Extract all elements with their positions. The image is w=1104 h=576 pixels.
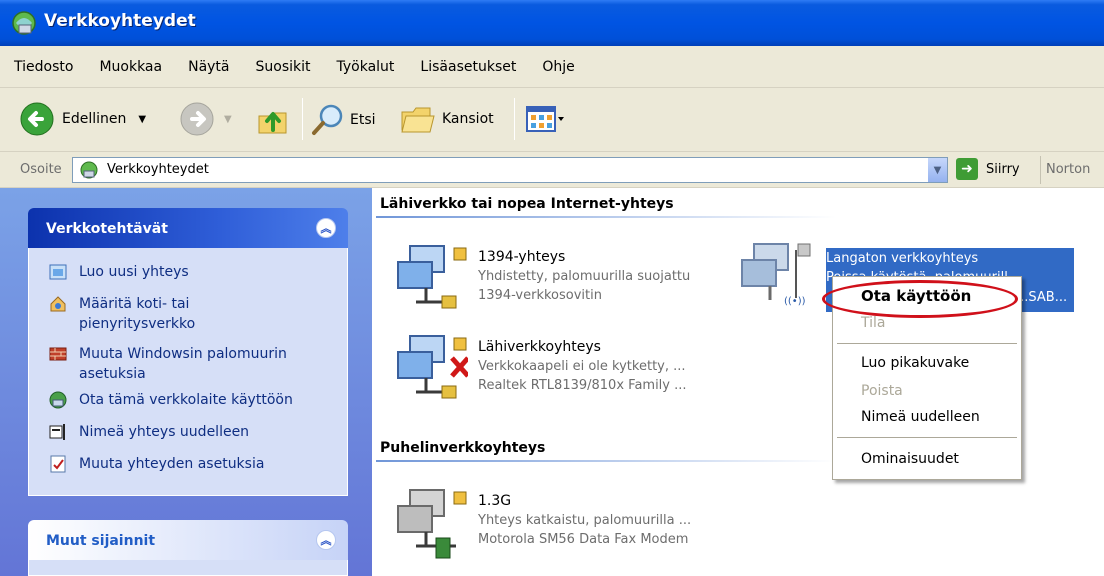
- address-value: Verkkoyhteydet: [107, 162, 209, 177]
- menu-separator: [837, 343, 1017, 344]
- task-label: Ota tämä verkkolaite käyttöön: [79, 392, 293, 408]
- forward-button[interactable]: ▼: [180, 102, 232, 136]
- other-places-title: Muut sijainnit: [46, 533, 156, 549]
- address-label: Osoite: [20, 162, 62, 177]
- forward-dropdown-icon: ▼: [224, 113, 232, 125]
- back-dropdown-icon[interactable]: ▼: [138, 114, 146, 125]
- task-firewall[interactable]: Muuta Windowsin palomuurin asetuksia: [49, 344, 299, 384]
- toolbar-separator: [302, 98, 303, 140]
- home-network-icon: [50, 296, 66, 312]
- task-pane: Verkkotehtävät ︽ Luo uusi yhteys Määritä…: [0, 188, 372, 576]
- group-divider: [376, 460, 836, 462]
- lan-connection-icon: [397, 245, 467, 309]
- firewall-icon: [49, 347, 67, 361]
- views-button[interactable]: [526, 106, 566, 132]
- group-title-dialup: Puhelinverkkoyhteys: [380, 440, 546, 456]
- task-connection-settings[interactable]: Muuta yhteyden asetuksia: [49, 454, 264, 474]
- address-bar: Osoite Verkkoyhteydet ▼ ➜ Siirry Norton: [0, 152, 1104, 188]
- task-enable-device[interactable]: Ota tämä verkkolaite käyttöön: [49, 390, 293, 410]
- wireless-disabled-icon: ((•)): [741, 243, 811, 307]
- menu-bar: Tiedosto Muokkaa Näytä Suosikit Työkalut…: [0, 46, 1104, 88]
- address-separator: [1040, 156, 1041, 184]
- task-label: Nimeä yhteys uudelleen: [79, 424, 250, 440]
- wireless-connection-device: ...SAB...: [1016, 290, 1068, 305]
- toolbar-separator: [514, 98, 515, 140]
- search-label: Etsi: [350, 112, 376, 128]
- collapse-chevron-icon[interactable]: ︽: [316, 218, 336, 238]
- lan-disconnected-icon: [397, 335, 468, 399]
- network-tasks-panel: Luo uusi yhteys Määritä koti- tai pienyr…: [28, 248, 348, 496]
- title-bar: Verkkoyhteydet: [0, 0, 1104, 46]
- wireless-connection-name[interactable]: Langaton verkkoyhteys: [826, 251, 978, 266]
- network-tasks-title: Verkkotehtävät: [46, 221, 168, 237]
- menu-item-rename[interactable]: Nimeä uudelleen: [861, 409, 980, 425]
- network-connections-icon: [80, 161, 98, 179]
- connection-name: 1.3G: [478, 493, 512, 509]
- views-icon: [526, 106, 564, 132]
- menu-edit[interactable]: Muokkaa: [99, 59, 162, 75]
- group-title-lan: Lähiverkko tai nopea Internet-yhteys: [380, 196, 674, 212]
- task-label: Luo uusi yhteys: [79, 264, 189, 280]
- go-arrow-icon: ➜: [956, 158, 978, 180]
- connection-name: 1394-yhteys: [478, 249, 566, 265]
- network-connections-icon: [12, 11, 36, 35]
- menu-help[interactable]: Ohje: [542, 59, 574, 75]
- menu-view[interactable]: Näytä: [188, 59, 229, 75]
- forward-arrow-icon: [180, 102, 214, 136]
- back-arrow-icon: [20, 102, 54, 136]
- go-button[interactable]: ➜ Siirry: [956, 158, 1020, 180]
- connection-status: Yhdistetty, palomuurilla suojattu: [478, 269, 691, 284]
- back-button[interactable]: Edellinen ▼: [20, 102, 146, 136]
- search-button[interactable]: Etsi: [310, 102, 376, 138]
- up-folder-icon[interactable]: [256, 104, 290, 136]
- folders-button[interactable]: Kansiot: [400, 102, 494, 136]
- task-rename-connection[interactable]: Nimeä yhteys uudelleen: [49, 422, 249, 442]
- task-label: Määritä koti- tai pienyritysverkko: [79, 296, 196, 332]
- rename-icon: [49, 424, 65, 440]
- task-label: Muuta Windowsin palomuurin asetuksia: [79, 346, 287, 382]
- highlight-ring: [822, 280, 1018, 318]
- connection-status: Yhteys katkaistu, palomuurilla ...: [478, 513, 692, 528]
- other-places-panel: [28, 560, 348, 576]
- task-home-network[interactable]: Määritä koti- tai pienyritysverkko: [49, 294, 299, 334]
- properties-icon: [50, 455, 66, 473]
- window-title: Verkkoyhteydet: [44, 11, 196, 31]
- svg-text:((•)): ((•)): [784, 296, 806, 307]
- menu-item-create-shortcut[interactable]: Luo pikakuvake: [861, 355, 969, 371]
- other-places-header[interactable]: Muut sijainnit ︽: [28, 520, 348, 560]
- connection-status: Verkkokaapeli ei ole kytketty, ...: [478, 359, 686, 374]
- menu-item-status: Tila: [861, 315, 886, 331]
- task-create-connection[interactable]: Luo uusi yhteys: [49, 262, 189, 282]
- folders-label: Kansiot: [442, 111, 494, 127]
- group-divider: [376, 216, 836, 218]
- norton-toolbar-label[interactable]: Norton: [1046, 162, 1090, 177]
- toolbar: Edellinen ▼ ▼ Etsi Kansiot: [0, 88, 1104, 152]
- connection-name: Lähiverkkoyhteys: [478, 339, 601, 355]
- connection-device: Realtek RTL8139/810x Family ...: [478, 378, 687, 393]
- connection-device: Motorola SM56 Data Fax Modem: [478, 532, 689, 547]
- network-tasks-header[interactable]: Verkkotehtävät ︽: [28, 208, 348, 248]
- address-input[interactable]: Verkkoyhteydet ▼: [72, 157, 948, 183]
- dialup-modem-icon: [397, 489, 467, 559]
- menu-advanced[interactable]: Lisäasetukset: [420, 59, 516, 75]
- folders-icon: [401, 107, 435, 133]
- task-label: Muuta yhteyden asetuksia: [79, 456, 265, 472]
- menu-favorites[interactable]: Suosikit: [256, 59, 311, 75]
- menu-separator: [837, 437, 1017, 438]
- menu-item-delete: Poista: [861, 383, 903, 399]
- address-dropdown-icon[interactable]: ▼: [927, 158, 947, 182]
- menu-item-properties[interactable]: Ominaisuudet: [861, 451, 959, 467]
- back-label: Edellinen: [62, 111, 127, 127]
- search-icon: [312, 104, 343, 135]
- enable-device-icon: [49, 391, 67, 409]
- menu-tools[interactable]: Työkalut: [337, 59, 395, 75]
- go-label: Siirry: [986, 161, 1020, 177]
- connection-device: 1394-verkkosovitin: [478, 288, 602, 303]
- collapse-chevron-icon[interactable]: ︽: [316, 530, 336, 550]
- new-connection-icon: [49, 264, 67, 280]
- menu-file[interactable]: Tiedosto: [14, 59, 73, 75]
